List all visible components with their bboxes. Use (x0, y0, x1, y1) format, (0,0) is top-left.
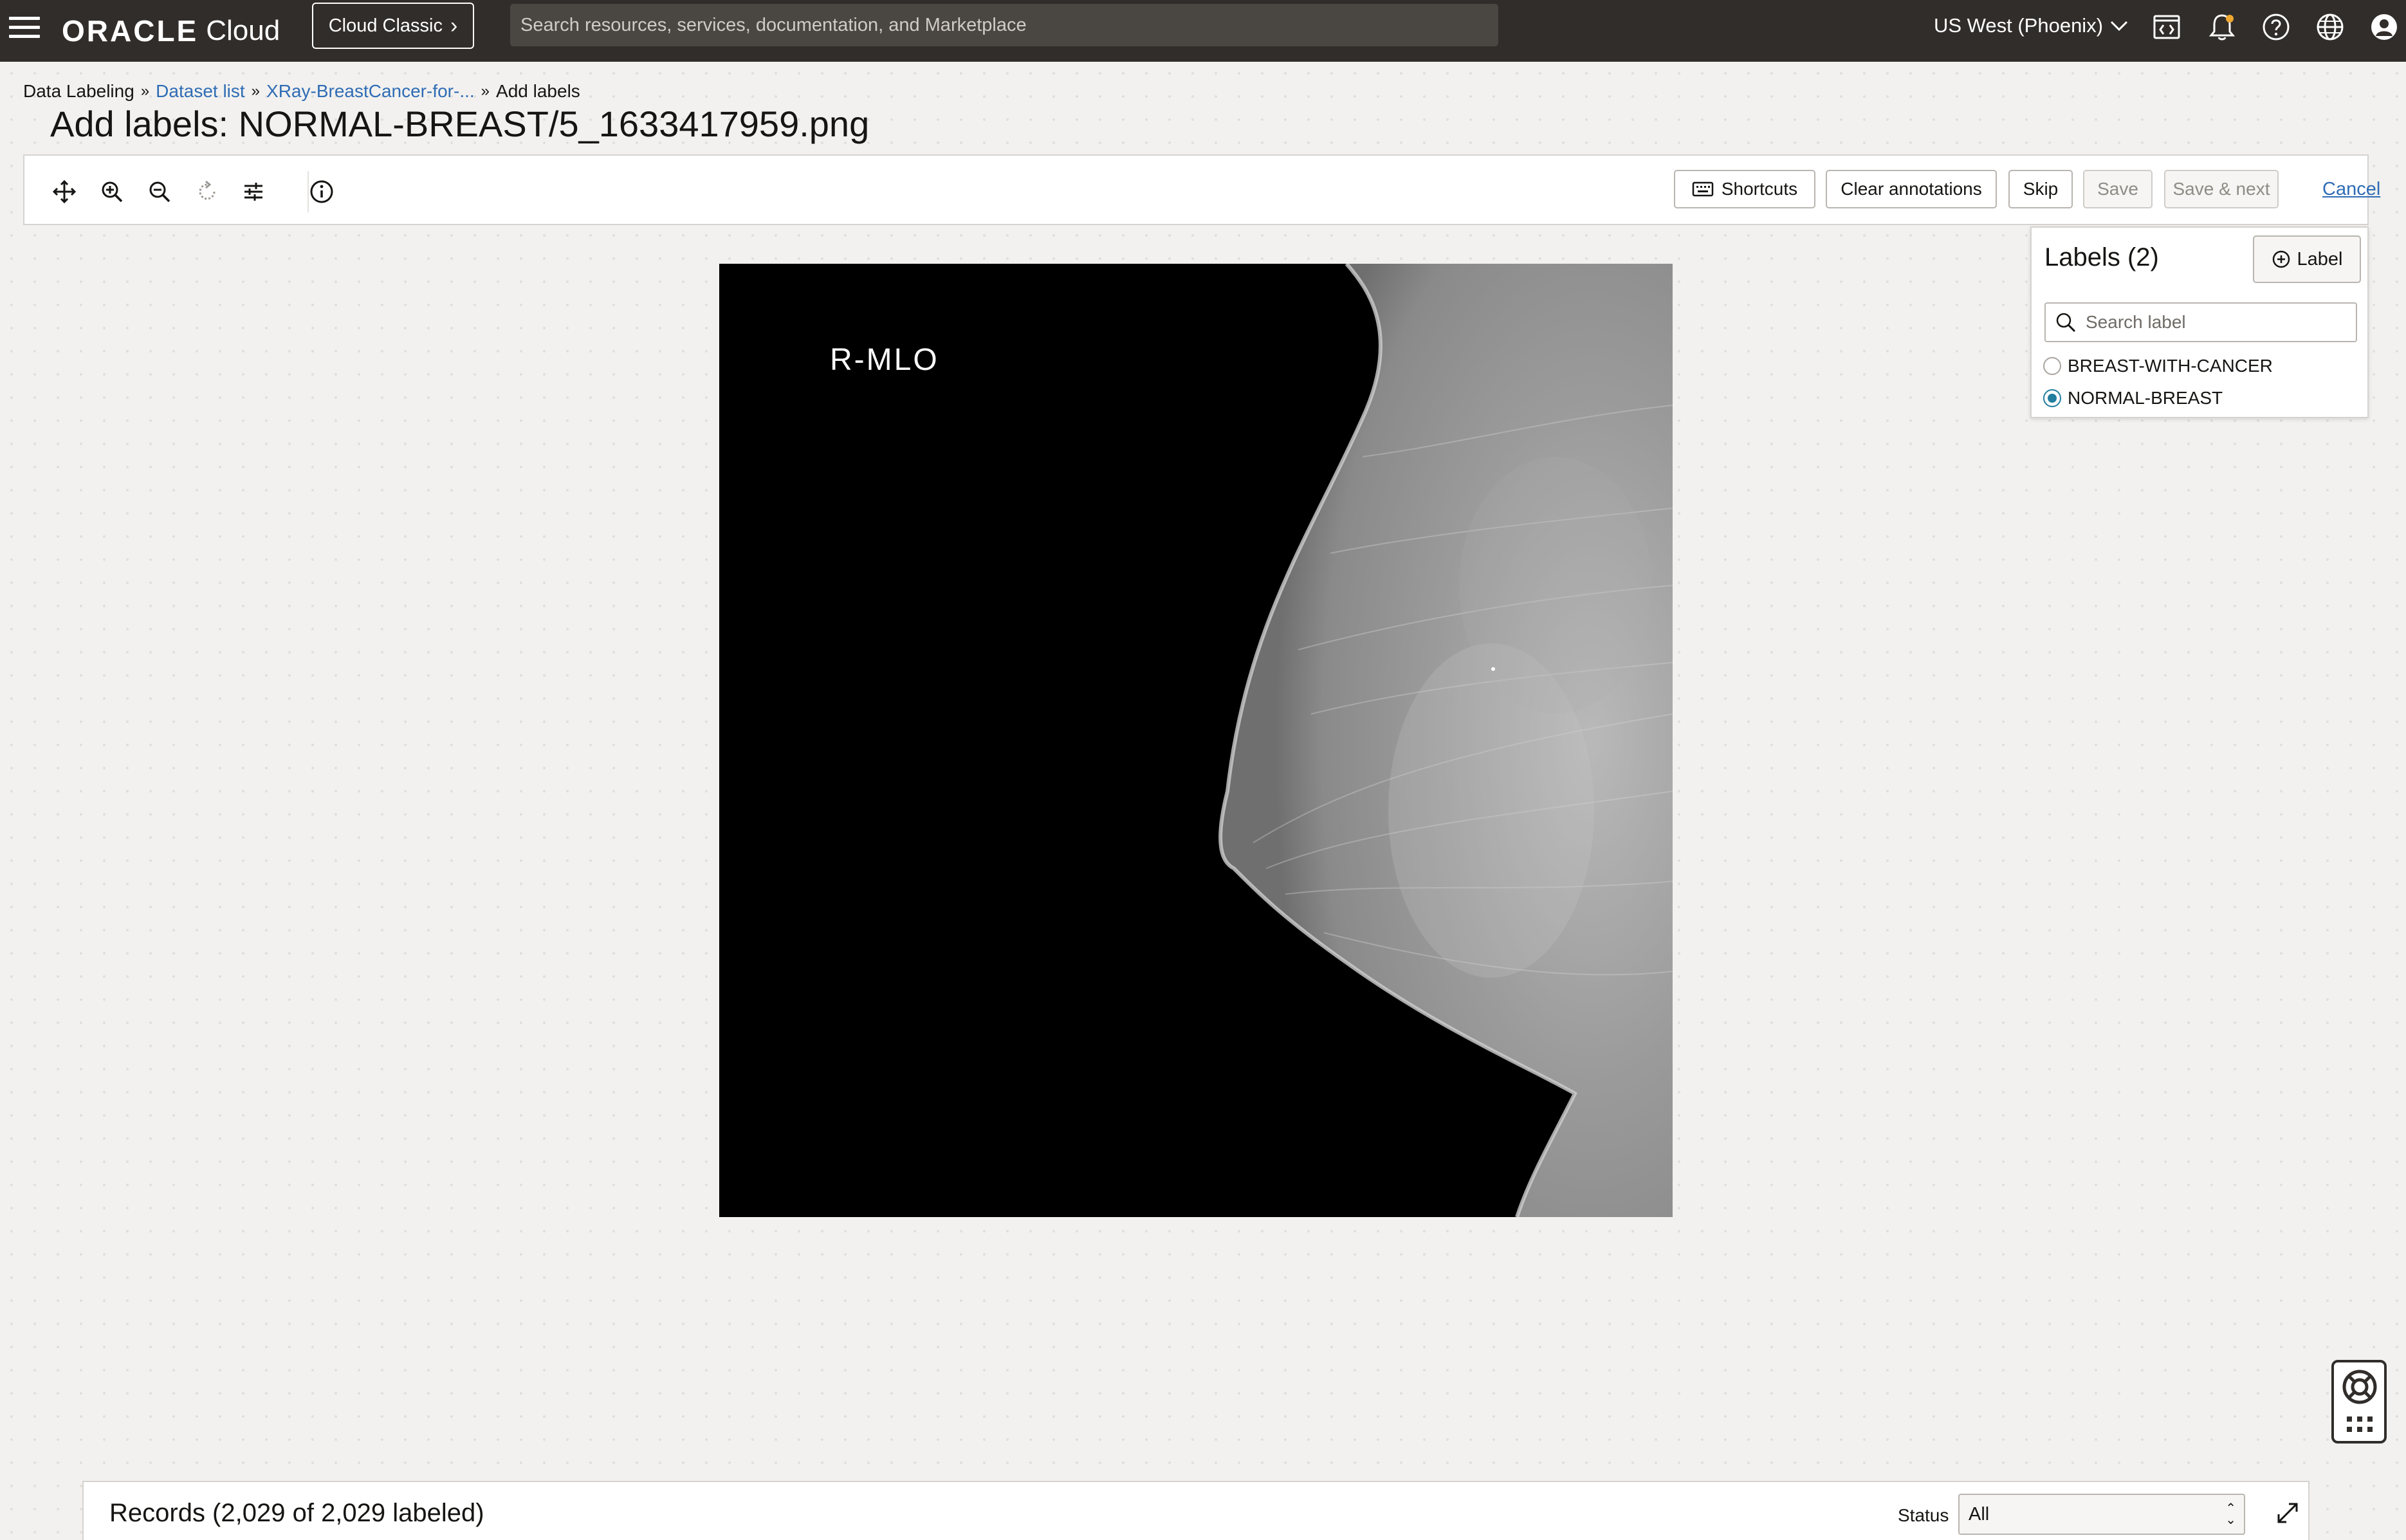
chevron-down-icon (2110, 21, 2128, 32)
radio-button-selected[interactable] (2043, 389, 2061, 407)
cancel-link[interactable]: Cancel (2322, 179, 2380, 200)
top-navigation-bar: ORACLE Cloud Cloud Classic › Search reso… (0, 0, 2406, 62)
view-label: R-MLO (830, 343, 939, 377)
developer-tools-icon[interactable] (2150, 10, 2183, 44)
hamburger-menu-icon[interactable] (9, 17, 40, 42)
language-globe-icon[interactable] (2313, 10, 2347, 44)
shortcuts-label: Shortcuts (1721, 179, 1798, 199)
label-option-breast-with-cancer[interactable]: BREAST-WITH-CANCER (2043, 353, 2273, 380)
skip-label: Skip (2023, 179, 2059, 199)
plus-circle-icon (2272, 250, 2290, 268)
save-and-next-button[interactable]: Save & next (2164, 170, 2279, 208)
page-title: Add labels: NORMAL-BREAST/5_1633417959.p… (50, 104, 870, 144)
apps-grid-icon (2347, 1416, 2373, 1432)
global-search-placeholder: Search resources, services, documentatio… (520, 14, 1027, 35)
save-label: Save (2097, 179, 2138, 199)
breadcrumb-dataset-name[interactable]: XRay-BreastCancer-for-... (266, 81, 475, 102)
status-filter-value: All (1969, 1503, 1990, 1525)
global-search-input[interactable]: Search resources, services, documentatio… (510, 4, 1498, 46)
chevron-right-icon: › (450, 14, 458, 38)
status-filter-select[interactable]: All ⌃ ⌄ (1958, 1494, 2245, 1535)
lifebuoy-icon (2342, 1370, 2377, 1404)
breadcrumb-separator: » (140, 82, 150, 100)
keyboard-icon (1692, 181, 1714, 197)
skip-button[interactable]: Skip (2008, 170, 2073, 208)
mammogram-image[interactable]: R-MLO (719, 264, 1673, 1217)
status-filter-label: Status (1898, 1505, 1949, 1525)
notifications-bell-icon[interactable] (2205, 10, 2239, 44)
clear-annotations-button[interactable]: Clear annotations (1826, 170, 1997, 208)
breadcrumb-dataset-list[interactable]: Dataset list (156, 81, 245, 102)
breadcrumb-separator: » (251, 82, 261, 100)
zoom-in-icon[interactable] (95, 175, 129, 208)
add-label-button[interactable]: Label (2253, 235, 2361, 283)
breadcrumb: Data Labeling » Dataset list » XRay-Brea… (23, 78, 580, 104)
expand-icon[interactable] (2273, 1499, 2302, 1527)
breadcrumb-current: Add labels (496, 81, 580, 101)
labels-panel: Labels (2) Label Search label BREAST-WIT… (2030, 226, 2369, 418)
move-icon[interactable] (48, 175, 81, 208)
shortcuts-button[interactable]: Shortcuts (1674, 170, 1815, 208)
breadcrumb-data-labeling[interactable]: Data Labeling (23, 81, 134, 102)
user-profile-icon[interactable] (2367, 10, 2401, 44)
add-label-text: Label (2297, 248, 2343, 270)
breadcrumb-separator: » (481, 82, 490, 100)
logo-cloud-text: Cloud (206, 15, 280, 46)
help-support-widget[interactable] (2331, 1360, 2387, 1444)
label-option-normal-breast[interactable]: NORMAL-BREAST (2043, 385, 2223, 412)
records-title: Records (2,029 of 2,029 labeled) (109, 1499, 484, 1527)
search-icon (2056, 313, 2076, 333)
label-option-text: NORMAL-BREAST (2068, 388, 2223, 408)
logo-oracle-text: ORACLE (62, 14, 199, 48)
label-search-input[interactable]: Search label (2044, 302, 2357, 342)
labels-panel-title: Labels (2) (2044, 243, 2159, 271)
region-label: US West (Phoenix) (1934, 14, 2104, 37)
oracle-cloud-logo[interactable]: ORACLE Cloud (62, 9, 280, 53)
annotation-toolbar: Shortcuts Clear annotations Skip Save Sa… (23, 154, 2380, 225)
records-panel: Records (2,029 of 2,029 labeled) Status … (82, 1481, 2310, 1540)
clear-annotations-label: Clear annotations (1841, 179, 1982, 199)
label-search-placeholder: Search label (2086, 312, 2186, 332)
help-icon[interactable] (2259, 10, 2293, 44)
region-selector[interactable]: US West (Phoenix) (1934, 9, 2129, 42)
zoom-out-icon[interactable] (143, 175, 176, 208)
cloud-classic-button[interactable]: Cloud Classic › (312, 3, 474, 49)
mammogram-illustration (1218, 264, 1673, 1217)
adjust-icon[interactable] (237, 175, 270, 208)
reset-icon[interactable] (190, 175, 224, 208)
save-and-next-label: Save & next (2172, 179, 2270, 199)
select-arrows-icon: ⌃ ⌄ (2225, 1501, 2236, 1527)
save-button[interactable]: Save (2083, 170, 2153, 208)
cloud-classic-label: Cloud Classic (328, 15, 443, 36)
radio-button[interactable] (2043, 357, 2061, 375)
info-icon[interactable] (305, 175, 338, 208)
label-option-text: BREAST-WITH-CANCER (2068, 356, 2273, 376)
